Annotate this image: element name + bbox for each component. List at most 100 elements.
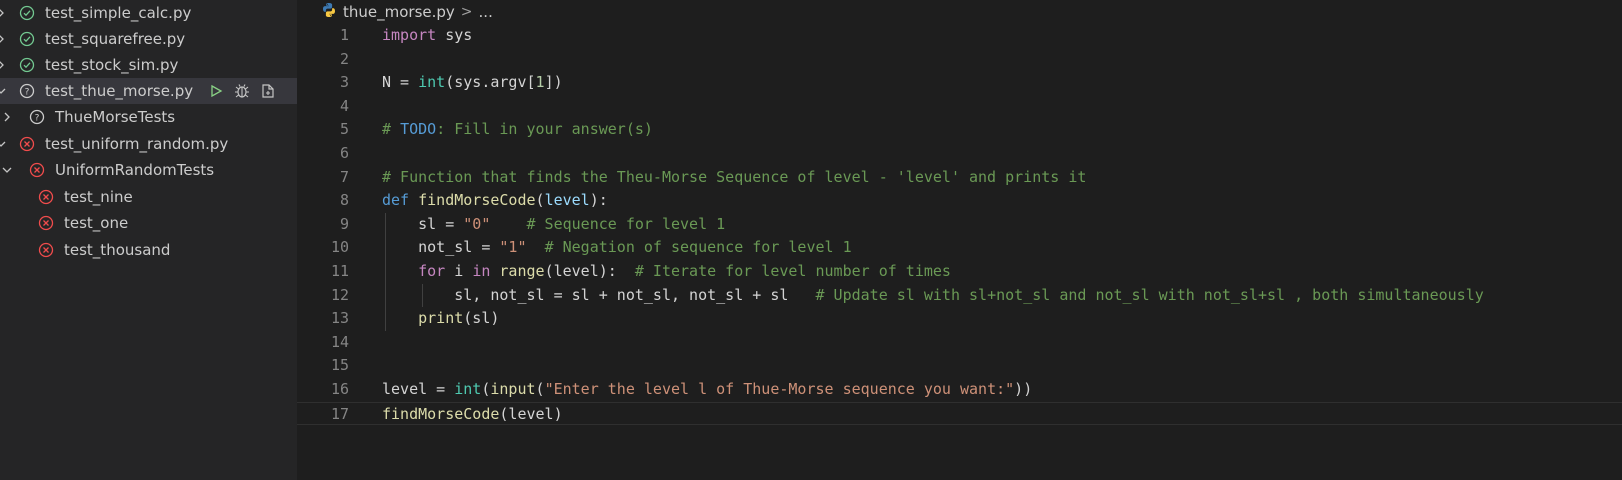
code-token: : Fill in your answer(s) <box>436 120 653 139</box>
open-file-icon[interactable] <box>258 81 278 101</box>
line-number: 1 <box>339 26 349 44</box>
code-line[interactable]: 5 # TODO: Fill in your answer(s) <box>297 118 1622 142</box>
chevron-right-icon[interactable] <box>0 52 8 78</box>
code-text[interactable]: sl = "0" # Sequence for level 1 <box>382 213 725 237</box>
code-token: (sl) <box>463 309 500 328</box>
code-text[interactable]: for i in range(level): # Iterate for lev… <box>382 260 951 284</box>
code-line[interactable]: 16 level = int(input("Enter the level l o… <box>297 378 1622 402</box>
code-line[interactable]: 8 def findMorseCode(level): <box>297 189 1622 213</box>
code-token: sys <box>436 26 473 44</box>
code-token: # <box>382 120 401 139</box>
code-token: level <box>544 191 590 210</box>
indent-guide <box>385 212 386 331</box>
code-text[interactable]: # TODO: Fill in your answer(s) <box>382 118 653 142</box>
code-line[interactable]: 10 not_sl = "1" # Negation of sequence f… <box>297 236 1622 260</box>
code-text[interactable]: not_sl = "1" # Negation of sequence for … <box>382 236 852 260</box>
chevron-down-icon[interactable] <box>0 157 14 183</box>
tree-item-label: test_uniform_random.py <box>45 135 229 153</box>
code-line[interactable]: 4 <box>297 95 1622 119</box>
line-number: 2 <box>339 49 349 68</box>
line-number: 14 <box>330 332 349 351</box>
code-token: sl = <box>382 214 464 233</box>
chevron-down-icon[interactable] <box>0 131 8 157</box>
chevron-down-icon[interactable] <box>0 78 8 104</box>
code-token: sl, not_sl = sl + not_sl, not_sl + sl <box>382 285 816 304</box>
passed-check-icon <box>18 56 36 74</box>
tree-item[interactable]: UniformRandomTests <box>0 157 297 183</box>
code-line[interactable]: 14 <box>297 331 1622 355</box>
tree-item[interactable]: test_one <box>0 210 297 236</box>
line-number: 3 <box>339 73 349 92</box>
code-text[interactable]: sl, not_sl = sl + not_sl, not_sl + sl # … <box>382 284 1484 308</box>
line-number: 4 <box>339 96 349 115</box>
svg-text:?: ? <box>35 114 40 124</box>
code-text[interactable]: import sys <box>382 24 472 48</box>
line-number: 17 <box>330 404 349 423</box>
code-line[interactable]: 13 print(sl) <box>297 307 1622 331</box>
chevron-right-icon[interactable] <box>0 26 8 52</box>
code-line[interactable]: 12 sl, not_sl = sl + not_sl, not_sl + sl… <box>297 284 1622 308</box>
debug-icon[interactable] <box>232 81 252 101</box>
code-line[interactable]: 11 for i in range(level): # Iterate for … <box>297 260 1622 284</box>
line-number: 11 <box>330 261 349 280</box>
chevron-right-icon[interactable] <box>0 104 14 130</box>
line-number: 16 <box>330 379 349 398</box>
code-text[interactable]: level = int(input("Enter the level l of … <box>382 378 1032 402</box>
tree-item[interactable]: test_stock_sim.py <box>0 52 297 78</box>
breadcrumb-symbol[interactable]: ... <box>479 3 493 21</box>
code-token: "Enter the level l of Thue-Morse sequenc… <box>544 379 1015 398</box>
tree-item-label: test_simple_calc.py <box>45 4 192 22</box>
code-line[interactable]: 6 <box>297 142 1622 166</box>
code-lines[interactable]: 1 import sys 2 3 N = int(sys.argv[1]) 4 5 # TOD… <box>297 24 1622 427</box>
code-token: input <box>490 379 536 398</box>
code-line[interactable]: 15 <box>297 354 1622 378</box>
code-text[interactable]: # Function that finds the Theu-Morse Seq… <box>382 166 1086 190</box>
code-token: "0" <box>463 214 491 233</box>
code-text[interactable]: N = int(sys.argv[1]) <box>382 71 563 95</box>
line-number: 13 <box>330 309 349 328</box>
line-number: 12 <box>330 285 349 304</box>
code-token: # Sequence for level 1 <box>526 214 726 233</box>
code-text[interactable]: def findMorseCode(level): <box>382 189 608 213</box>
code-token: not_sl = <box>382 238 500 257</box>
code-line[interactable]: 17 findMorseCode(level) <box>297 401 1622 427</box>
code-line[interactable]: 9 sl = "0" # Sequence for level 1 <box>297 213 1622 237</box>
tree-item-label: ThueMorseTests <box>55 108 176 126</box>
chevron-right-icon[interactable] <box>0 0 8 26</box>
tree-item[interactable]: test_nine <box>0 184 297 210</box>
breadcrumb-file[interactable]: thue_morse.py <box>343 3 455 21</box>
failed-x-icon <box>18 135 36 153</box>
code-text[interactable]: print(sl) <box>382 307 499 331</box>
line-number: 8 <box>339 191 349 210</box>
code-token: (level) <box>499 404 563 423</box>
code-token: def <box>382 191 410 210</box>
code-token: (sys.argv[ <box>445 73 536 92</box>
code-line[interactable]: 7 # Function that finds the Theu-Morse Se… <box>297 166 1622 190</box>
failed-x-icon <box>37 214 55 232</box>
tree-item[interactable]: test_simple_calc.py <box>0 0 297 26</box>
code-token: # Function that finds the Theu-Morse Seq… <box>382 167 1087 186</box>
code-token: )) <box>1014 379 1033 398</box>
tree-item[interactable]: ? test_thue_morse.py <box>0 78 297 104</box>
code-editor[interactable]: thue_morse.py > ... 1 import sys 2 3 N = int… <box>297 0 1622 480</box>
code-line[interactable]: 2 <box>297 48 1622 72</box>
code-text[interactable]: findMorseCode(level) <box>382 403 563 427</box>
run-icon[interactable] <box>206 81 226 101</box>
code-token: i <box>445 261 473 280</box>
tree-item-label: test_squarefree.py <box>45 30 186 48</box>
breadcrumb-separator: > <box>460 4 473 20</box>
code-line[interactable]: 3 N = int(sys.argv[1]) <box>297 71 1622 95</box>
code-token: findMorseCode <box>418 191 536 210</box>
tree-item[interactable]: test_thousand <box>0 237 297 263</box>
code-token: N = <box>382 73 419 92</box>
line-number: 6 <box>339 143 349 162</box>
tree-item[interactable]: test_uniform_random.py <box>0 131 297 157</box>
failed-x-icon <box>28 161 46 179</box>
code-token: TODO <box>400 120 437 139</box>
code-token: ]) <box>544 73 563 92</box>
code-line[interactable]: 1 import sys <box>297 24 1622 48</box>
tree-item[interactable]: test_squarefree.py <box>0 26 297 52</box>
code-token: range <box>499 261 545 280</box>
tree-item[interactable]: ? ThueMorseTests <box>0 104 297 130</box>
